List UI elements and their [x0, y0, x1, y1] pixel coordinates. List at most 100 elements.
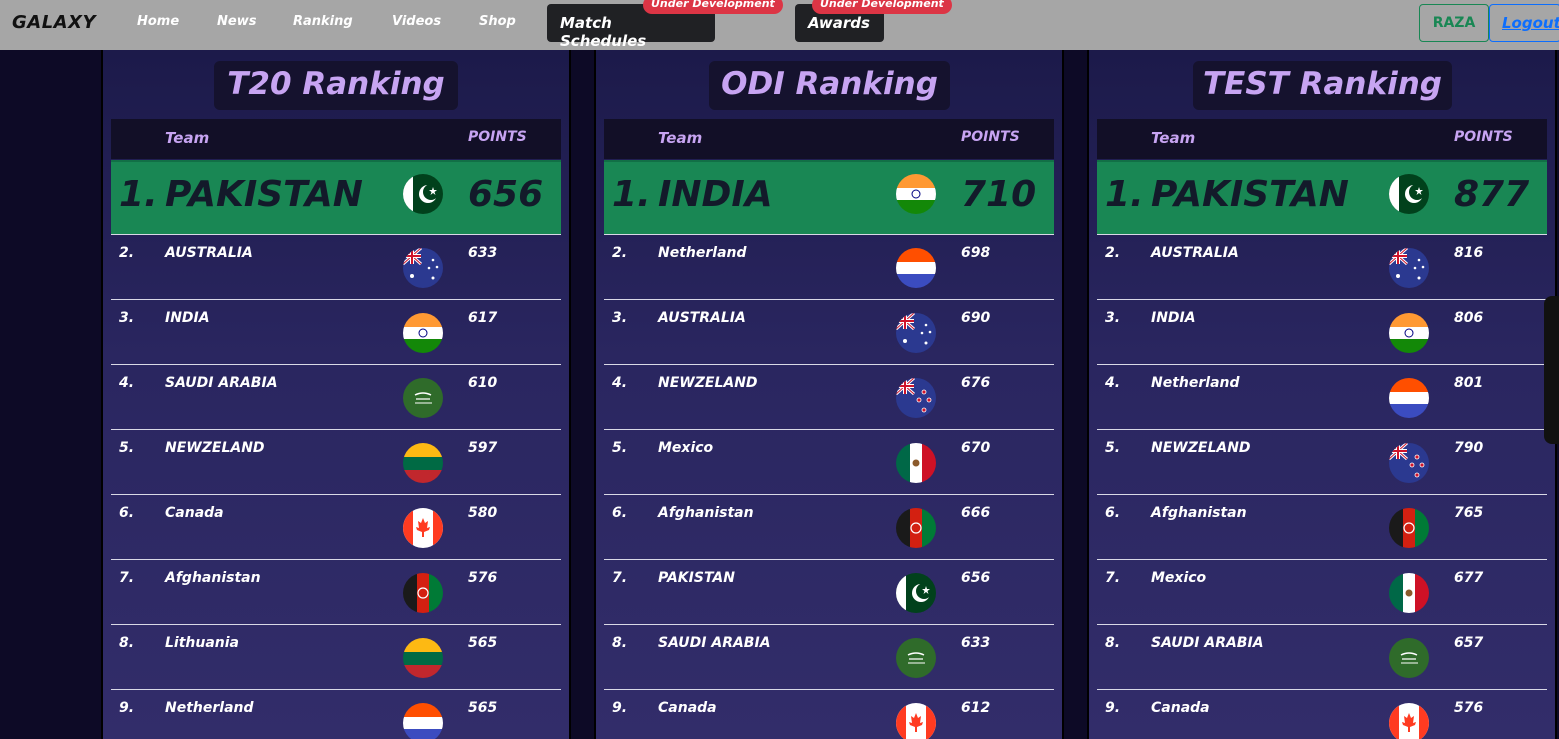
canada-flag-icon [1389, 703, 1429, 739]
table-row[interactable]: 3. INDIA 806 [1097, 299, 1547, 364]
rank-number: 6. [612, 505, 628, 521]
rank-number: 3. [1105, 310, 1121, 326]
team-name: AUSTRALIA [1151, 245, 1239, 261]
points-column-header: POINTS [1454, 129, 1513, 145]
rank-number: 9. [612, 700, 628, 716]
logout-button[interactable]: Logout [1489, 4, 1559, 42]
nav-videos-link[interactable]: Videos [392, 14, 441, 29]
rank-number: 6. [1105, 505, 1121, 521]
top-ranked-row[interactable]: 1. INDIA 710 [604, 160, 1054, 234]
table-row[interactable]: 7. Mexico 677 [1097, 559, 1547, 624]
top-ranked-row[interactable]: 1. PAKISTAN 877 [1097, 160, 1547, 234]
india-flag-icon [896, 174, 936, 214]
ranking-title: T20 Ranking [214, 61, 458, 110]
table-row[interactable]: 7. Afghanistan 576 [111, 559, 561, 624]
team-points: 612 [961, 700, 991, 716]
rank-number: 1. [1105, 174, 1144, 215]
table-row[interactable]: 4. SAUDI ARABIA 610 [111, 364, 561, 429]
rank-number: 8. [612, 635, 628, 651]
team-name: PAKISTAN [165, 174, 363, 215]
team-name: SAUDI ARABIA [658, 635, 771, 651]
nav-home-link[interactable]: Home [137, 14, 179, 29]
rank-number: 1. [119, 174, 158, 215]
saudi-arabia-flag-icon [403, 378, 443, 418]
team-points: 816 [1454, 245, 1484, 261]
team-points: 677 [1454, 570, 1484, 586]
table-row[interactable]: 3. AUSTRALIA 690 [604, 299, 1054, 364]
table-row[interactable]: 2. Netherland 698 [604, 234, 1054, 299]
table-row[interactable]: 5. NEWZELAND 597 [111, 429, 561, 494]
nav-shop-link[interactable]: Shop [479, 14, 516, 29]
rank-number: 6. [119, 505, 135, 521]
team-name: Canada [658, 700, 717, 716]
nav-news-link[interactable]: News [217, 14, 256, 29]
table-row[interactable]: 6. Afghanistan 765 [1097, 494, 1547, 559]
table-row[interactable]: 2. AUSTRALIA 816 [1097, 234, 1547, 299]
india-flag-icon [403, 313, 443, 353]
team-points: 801 [1454, 375, 1484, 391]
team-name: Afghanistan [658, 505, 754, 521]
table-header: Team POINTS [111, 119, 561, 159]
table-row[interactable]: 8. SAUDI ARABIA 657 [1097, 624, 1547, 689]
team-points: 565 [468, 635, 498, 651]
table-row[interactable]: 5. Mexico 670 [604, 429, 1054, 494]
team-name: Canada [1151, 700, 1210, 716]
table-row[interactable]: 9. Canada 612 [604, 689, 1054, 739]
lithuania-flag-icon [403, 638, 443, 678]
ranking-title: ODI Ranking [709, 61, 950, 110]
table-row[interactable]: 6. Afghanistan 666 [604, 494, 1054, 559]
team-name: INDIA [658, 174, 773, 215]
team-points: 656 [468, 174, 544, 215]
team-points: 765 [1454, 505, 1484, 521]
netherlands-flag-icon [1389, 378, 1429, 418]
saudi-arabia-flag-icon [896, 638, 936, 678]
table-row[interactable]: 3. INDIA 617 [111, 299, 561, 364]
team-points: 710 [961, 174, 1037, 215]
canada-flag-icon [403, 508, 443, 548]
team-name: PAKISTAN [658, 570, 735, 586]
rank-number: 5. [119, 440, 135, 456]
team-name: NEWZELAND [165, 440, 265, 456]
pakistan-flag-icon [896, 573, 936, 613]
points-column-header: POINTS [961, 129, 1020, 145]
team-points: 806 [1454, 310, 1484, 326]
australia-flag-icon [896, 313, 936, 353]
netherlands-flag-icon [896, 248, 936, 288]
india-flag-icon [1389, 313, 1429, 353]
top-ranked-row[interactable]: 1. PAKISTAN 656 [111, 160, 561, 234]
team-name: Afghanistan [165, 570, 261, 586]
table-row[interactable]: 9. Netherland 565 [111, 689, 561, 739]
rank-number: 3. [612, 310, 628, 326]
user-button[interactable]: RAZA [1419, 4, 1489, 42]
team-points: 670 [961, 440, 991, 456]
table-row[interactable]: 8. Lithuania 565 [111, 624, 561, 689]
under-development-badge: Under Development [812, 0, 952, 14]
table-row[interactable]: 5. NEWZELAND 790 [1097, 429, 1547, 494]
table-row[interactable]: 9. Canada 576 [1097, 689, 1547, 739]
odi-ranking-panel: ODI Ranking Team POINTS 1. INDIA 710 2. … [604, 50, 1054, 739]
team-name: Netherland [165, 700, 254, 716]
team-name: Netherland [658, 245, 747, 261]
table-row[interactable]: 4. NEWZELAND 676 [604, 364, 1054, 429]
afghanistan-flag-icon [896, 508, 936, 548]
team-points: 580 [468, 505, 498, 521]
team-points: 657 [1454, 635, 1484, 651]
team-name: AUSTRALIA [165, 245, 253, 261]
table-row[interactable]: 4. Netherland 801 [1097, 364, 1547, 429]
rank-number: 2. [119, 245, 135, 261]
team-column-header: Team [165, 129, 210, 147]
mexico-flag-icon [896, 443, 936, 483]
brand-logo[interactable]: GALAXY [12, 12, 96, 33]
table-row[interactable]: 8. SAUDI ARABIA 633 [604, 624, 1054, 689]
team-name: Mexico [1151, 570, 1207, 586]
netherlands-flag-icon [403, 703, 443, 739]
table-row[interactable]: 7. PAKISTAN 656 [604, 559, 1054, 624]
side-drawer-handle[interactable] [1544, 296, 1559, 444]
new-zealand-flag-icon [1389, 443, 1429, 483]
team-points: 576 [468, 570, 498, 586]
table-row[interactable]: 2. AUSTRALIA 633 [111, 234, 561, 299]
table-row[interactable]: 6. Canada 580 [111, 494, 561, 559]
pakistan-flag-icon [403, 174, 443, 214]
rank-number: 4. [1105, 375, 1121, 391]
nav-ranking-link[interactable]: Ranking [293, 14, 353, 29]
